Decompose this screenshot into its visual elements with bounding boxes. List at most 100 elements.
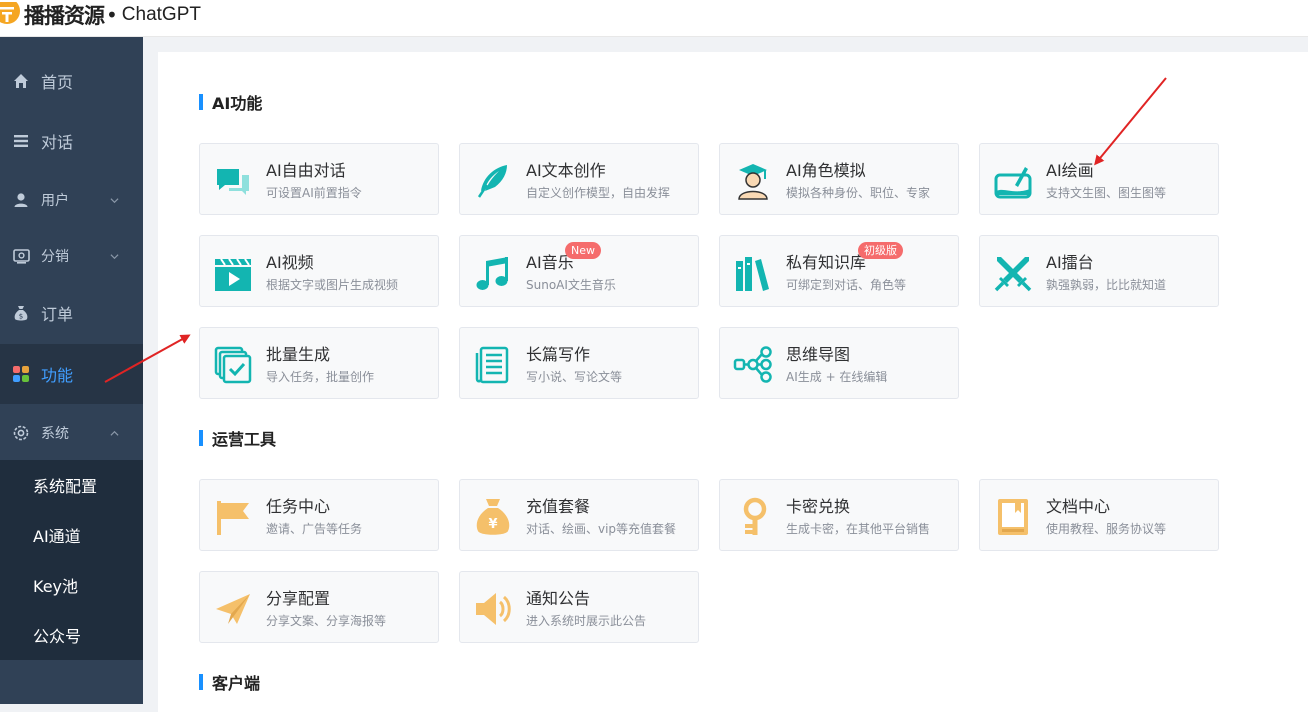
home-icon <box>12 72 30 90</box>
sidebar-item-label: 对话 <box>41 133 74 152</box>
card-title: 长篇写作 <box>526 345 591 364</box>
feature-card-ai-role[interactable]: AI角色模拟 模拟各种身份、职位、专家 <box>719 143 959 215</box>
section-title-operations: 运营工具 <box>199 429 276 449</box>
feature-card-batch-generate[interactable]: 批量生成 导入任务，批量创作 <box>199 327 439 399</box>
card-description: 对话、绘画、vip等充值套餐 <box>526 522 677 536</box>
money-bag-icon: $ <box>12 304 30 322</box>
section-title-text: 客户端 <box>212 674 261 693</box>
tool-card-notice[interactable]: 通知公告 进入系统时展示此公告 <box>459 571 699 643</box>
card-title: 通知公告 <box>526 589 591 608</box>
section-marker <box>199 430 203 446</box>
sidebar-item-system[interactable]: 系统 <box>0 404 143 462</box>
sidebar-item-label: 系统 <box>41 426 69 442</box>
feature-card-ai-text[interactable]: AI文本创作 自定义创作模型，自由发挥 <box>459 143 699 215</box>
books-icon <box>736 257 769 291</box>
new-badge: New <box>565 242 601 259</box>
user-icon <box>12 191 30 209</box>
sidebar-item-label: 首页 <box>41 73 74 92</box>
list-icon <box>12 132 30 150</box>
card-description: 自定义创作模型，自由发挥 <box>526 186 671 200</box>
feature-card-ai-video[interactable]: AI视频 根据文字或图片生成视频 <box>199 235 439 307</box>
chevron-up-icon <box>110 430 119 436</box>
sidebar-item-distribution[interactable]: 分销 <box>0 227 143 285</box>
section-marker <box>199 94 203 110</box>
card-description: 生成卡密，在其他平台销售 <box>786 522 931 536</box>
logo[interactable]: 播播资源 • ChatGPT <box>0 0 201 30</box>
feature-card-long-writing[interactable]: 长篇写作 写小说、写论文等 <box>459 327 699 399</box>
submenu-item-official-account[interactable]: 公众号 <box>0 610 143 660</box>
card-description: 孰强孰弱，比比就知道 <box>1046 278 1167 292</box>
card-description: 根据文字或图片生成视频 <box>266 278 399 292</box>
submenu-item-key-pool[interactable]: Key池 <box>0 560 143 610</box>
card-title: 分享配置 <box>266 589 331 608</box>
sidebar-item-features[interactable]: 功能 <box>0 344 143 404</box>
feature-card-ai-chat[interactable]: AI自由对话 可设置AI前置指令 <box>199 143 439 215</box>
painting-icon <box>994 167 1032 199</box>
feature-card-knowledge-base[interactable]: 私有知识库 可绑定到对话、角色等 初级版 <box>719 235 959 307</box>
key-icon <box>743 497 767 535</box>
card-description: 可绑定到对话、角色等 <box>786 278 907 292</box>
card-description: 支持文生图、图生图等 <box>1046 186 1167 200</box>
tool-card-doc-center[interactable]: 文档中心 使用教程、服务协议等 <box>979 479 1219 551</box>
submenu-item-ai-channel[interactable]: AI通道 <box>0 510 143 560</box>
sidebar-item-chat[interactable]: 对话 <box>0 112 143 170</box>
card-title: 卡密兑换 <box>786 497 851 516</box>
book-icon <box>998 499 1028 535</box>
music-note-icon <box>476 257 508 290</box>
card-title: AI文本创作 <box>526 161 606 180</box>
card-description: 使用教程、服务协议等 <box>1046 522 1167 536</box>
sidebar-item-label: 功能 <box>41 366 74 385</box>
tool-card-recharge-plans[interactable]: ¥ 充值套餐 对话、绘画、vip等充值套餐 <box>459 479 699 551</box>
section-title-client: 客户端 <box>199 673 261 693</box>
document-icon <box>475 346 509 384</box>
level-badge: 初级版 <box>858 242 903 259</box>
chat-bubbles-icon <box>217 169 249 195</box>
card-title: 任务中心 <box>266 497 331 516</box>
feature-card-mind-map[interactable]: 思维导图 AI生成 + 在线编辑 <box>719 327 959 399</box>
submenu-item-label: AI通道 <box>33 527 81 546</box>
apps-icon <box>12 365 30 383</box>
card-title: 充值套餐 <box>526 497 591 516</box>
card-description: 写小说、写论文等 <box>526 370 623 384</box>
money-bag-yen-icon: ¥ <box>476 499 510 535</box>
top-bar: 播播资源 • ChatGPT <box>0 0 1308 37</box>
feature-card-ai-music[interactable]: AI音乐 SunoAI文生音乐 New <box>459 235 699 307</box>
card-title: AI擂台 <box>1046 253 1094 272</box>
crossed-swords-icon <box>994 257 1032 292</box>
product-name: ChatGPT <box>121 4 201 25</box>
card-title: 批量生成 <box>266 345 331 364</box>
svg-text:¥: ¥ <box>488 517 497 532</box>
card-description: SunoAI文生音乐 <box>526 278 616 292</box>
svg-text:$: $ <box>19 312 23 320</box>
card-title: 思维导图 <box>786 345 851 364</box>
feature-card-ai-painting[interactable]: AI绘画 支持文生图、图生图等 <box>979 143 1219 215</box>
submenu-item-label: 系统配置 <box>33 477 98 496</box>
card-description: 可设置AI前置指令 <box>266 186 362 200</box>
card-description: 模拟各种身份、职位、专家 <box>786 186 931 200</box>
submenu-item-system-config[interactable]: 系统配置 <box>0 460 143 510</box>
system-submenu: 系统配置 AI通道 Key池 公众号 <box>0 460 143 660</box>
tool-card-share-config[interactable]: 分享配置 分享文案、分享海报等 <box>199 571 439 643</box>
gear-icon <box>12 424 30 442</box>
submenu-item-label: Key池 <box>33 577 79 596</box>
sidebar-item-orders[interactable]: $ 订单 <box>0 284 143 342</box>
sidebar-item-label: 用户 <box>41 193 69 209</box>
card-description: AI生成 + 在线编辑 <box>786 370 888 384</box>
card-title: 文档中心 <box>1046 497 1111 516</box>
feature-card-ai-arena[interactable]: AI擂台 孰强孰弱，比比就知道 <box>979 235 1219 307</box>
logo-icon <box>0 2 20 24</box>
card-title: AI视频 <box>266 253 314 272</box>
sidebar-item-users[interactable]: 用户 <box>0 171 143 229</box>
chevron-down-icon <box>110 253 119 259</box>
card-description: 导入任务，批量创作 <box>266 370 375 384</box>
section-title-ai-features: AI功能 <box>199 93 262 113</box>
tool-card-task-center[interactable]: 任务中心 邀请、广告等任务 <box>199 479 439 551</box>
distribution-icon <box>12 247 30 265</box>
speaker-icon <box>476 593 511 625</box>
brand-separator: • <box>106 3 118 27</box>
mindmap-icon <box>733 346 772 383</box>
section-marker <box>199 674 203 690</box>
sidebar-item-home[interactable]: 首页 <box>0 52 143 110</box>
batch-icon <box>214 346 252 384</box>
tool-card-card-key-redeem[interactable]: 卡密兑换 生成卡密，在其他平台销售 <box>719 479 959 551</box>
